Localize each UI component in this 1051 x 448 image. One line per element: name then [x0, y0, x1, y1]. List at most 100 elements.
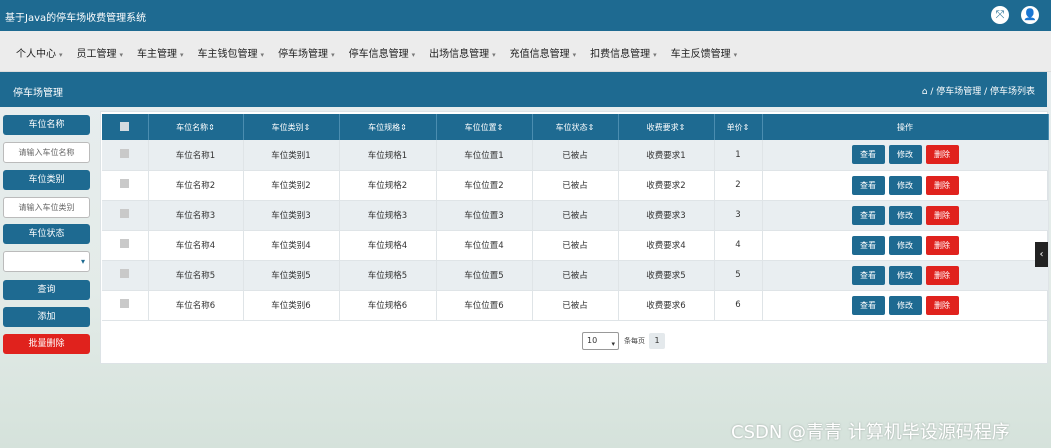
menu-item-5[interactable]: 停车信息管理 ▾ [349, 45, 416, 60]
search-button[interactable]: 查询 [3, 280, 90, 300]
row-select-cell [102, 140, 149, 171]
breadcrumb-text[interactable]: / 停车场管理 / 停车场列表 [927, 87, 1035, 97]
column-header-2[interactable]: 车位规格⇕ [339, 114, 437, 140]
table-cell: 车位类别5 [243, 260, 340, 291]
table-cell: 车位规格6 [339, 290, 437, 321]
menu-item-0[interactable]: 个人中心 ▾ [16, 45, 63, 60]
delete-button[interactable]: 删除 [925, 235, 959, 255]
row-actions: 查看 修改 删除 [762, 170, 1049, 201]
status-select[interactable]: ▾ [3, 251, 90, 272]
edit-button[interactable]: 修改 [888, 175, 922, 195]
table-row: 车位名称1 车位类别1 车位规格1 车位位置1 已被占 收费要求1 1 查看 修改 删除 [102, 140, 1049, 171]
type-input[interactable]: 请输入车位类别 [3, 197, 90, 218]
view-button[interactable]: 查看 [851, 175, 885, 195]
menu-item-label: 个人中心 [16, 49, 56, 60]
column-header-3[interactable]: 车位位置⇕ [436, 114, 533, 140]
menu-item-4[interactable]: 停车场管理 ▾ [278, 45, 335, 60]
table-cell: 车位名称5 [148, 260, 244, 291]
delete-button[interactable]: 删除 [925, 145, 959, 165]
table-cell: 车位位置6 [436, 290, 533, 321]
menu-item-label: 出场信息管理 [429, 49, 490, 60]
batch-delete-button[interactable]: 批量删除 [3, 334, 90, 354]
chevron-down-icon: ▾ [80, 257, 85, 266]
table-cell: 收费要求4 [618, 230, 715, 261]
menu-item-label: 扣费信息管理 [590, 49, 651, 60]
status-label: 车位状态 [3, 224, 90, 244]
column-header-5[interactable]: 收费要求⇕ [618, 114, 715, 140]
edit-button[interactable]: 修改 [888, 145, 922, 165]
select-all-checkbox[interactable] [120, 121, 130, 131]
row-select-cell [102, 260, 149, 291]
pagination: 10 ▾ 条每页 1 [582, 332, 665, 350]
view-button[interactable]: 查看 [851, 205, 885, 225]
table-cell: 车位位置3 [436, 200, 533, 231]
edit-button[interactable]: 修改 [888, 265, 922, 285]
menu-item-6[interactable]: 出场信息管理 ▾ [429, 45, 496, 60]
column-header-label: 车位类别 [271, 122, 304, 132]
page-header: 停车场管理 ⌂ / 停车场管理 / 停车场列表 [0, 72, 1047, 107]
delete-button[interactable]: 删除 [925, 295, 959, 315]
delete-button[interactable]: 删除 [925, 175, 959, 195]
view-button[interactable]: 查看 [851, 145, 885, 165]
row-checkbox[interactable] [120, 269, 130, 278]
table-cell: 车位规格5 [339, 260, 437, 291]
table-cell: 已被占 [532, 200, 619, 231]
table-cell: 车位类别4 [243, 230, 340, 261]
chevron-down-icon: ▾ [260, 51, 265, 59]
menu-item-7[interactable]: 充值信息管理 ▾ [510, 45, 577, 60]
row-checkbox[interactable] [120, 239, 130, 248]
table-cell: 车位位置2 [436, 170, 533, 201]
edit-button[interactable]: 修改 [888, 205, 922, 225]
view-button[interactable]: 查看 [851, 235, 885, 255]
main-menu: 个人中心 ▾ 员工管理 ▾ 车主管理 ▾ 车主钱包管理 ▾ 停车场管理 ▾ 停车信息管理 ▾ 出场信息管… [0, 31, 1051, 72]
table-panel: 车位名称⇕ 车位类别⇕ 车位规格⇕ 车位位置⇕ 车位状态⇕ 收费要求⇕ 单价⇕ 操作 车位名称… [100, 111, 1049, 364]
delete-button[interactable]: 删除 [925, 265, 959, 285]
row-checkbox[interactable] [120, 209, 130, 218]
sort-icon: ⇕ [303, 122, 311, 132]
table-cell: 车位名称3 [148, 200, 244, 231]
menu-item-9[interactable]: 车主反馈管理 ▾ [671, 45, 738, 60]
menu-item-3[interactable]: 车主钱包管理 ▾ [198, 45, 265, 60]
menu-item-8[interactable]: 扣费信息管理 ▾ [590, 45, 657, 60]
table-cell: 3 [714, 200, 763, 231]
menu-item-2[interactable]: 车主管理 ▾ [137, 45, 184, 60]
edit-button[interactable]: 修改 [888, 295, 922, 315]
column-header-0[interactable]: 车位名称⇕ [148, 114, 244, 140]
page-number[interactable]: 1 [649, 333, 665, 349]
table-cell: 收费要求5 [618, 260, 715, 291]
sort-icon: ⇕ [742, 122, 750, 132]
chevron-down-icon: ▾ [331, 51, 335, 59]
delete-button[interactable]: 删除 [925, 205, 959, 225]
column-header-6[interactable]: 单价⇕ [714, 114, 763, 140]
row-checkbox[interactable] [120, 179, 130, 188]
column-header-label: 操作 [897, 122, 913, 132]
table-cell: 车位规格3 [339, 200, 437, 231]
expand-icon[interactable]: ⤧ [991, 6, 1009, 24]
table-cell: 收费要求2 [618, 170, 715, 201]
table-cell: 收费要求1 [618, 140, 715, 171]
row-checkbox[interactable] [120, 299, 130, 308]
edit-button[interactable]: 修改 [888, 235, 922, 255]
chevron-down-icon: ▾ [733, 51, 738, 59]
add-button[interactable]: 添加 [3, 307, 90, 327]
page-title: 停车场管理 [13, 88, 63, 99]
chevron-down-icon: ▾ [180, 51, 184, 59]
breadcrumb: ⌂ / 停车场管理 / 停车场列表 [922, 84, 1035, 97]
menu-item-label: 车主管理 [137, 49, 178, 60]
name-input[interactable]: 请输入车位名称 [3, 142, 90, 163]
watermark: CSDN @青青 计算机毕设源码程序 [731, 422, 1010, 443]
user-icon[interactable]: 👤 [1021, 6, 1039, 24]
menu-item-1[interactable]: 员工管理 ▾ [77, 45, 124, 60]
view-button[interactable]: 查看 [851, 295, 885, 315]
menu-item-label: 停车信息管理 [348, 49, 409, 60]
row-checkbox[interactable] [120, 148, 130, 158]
chevron-left-icon[interactable]: ‹ [1035, 242, 1048, 267]
table-cell: 已被占 [532, 290, 619, 321]
row-actions: 查看 修改 删除 [762, 200, 1049, 231]
column-header-1[interactable]: 车位类别⇕ [243, 114, 340, 140]
row-select-cell [102, 230, 149, 261]
table-row: 车位名称5 车位类别5 车位规格5 车位位置5 已被占 收费要求5 5 查看 修改 删除 [102, 260, 1049, 291]
view-button[interactable]: 查看 [851, 265, 885, 285]
column-header-4[interactable]: 车位状态⇕ [532, 114, 619, 140]
page-size-select[interactable]: 10 ▾ [582, 332, 619, 350]
